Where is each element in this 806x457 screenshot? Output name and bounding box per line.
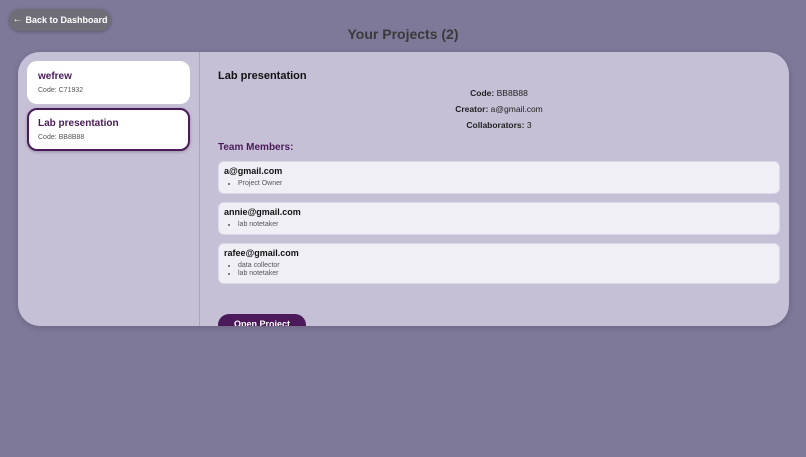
member-email: annie@gmail.com bbox=[224, 207, 301, 217]
project-detail-title: Lab presentation bbox=[218, 70, 307, 82]
member-card: annie@gmail.com lab notetaker bbox=[218, 202, 780, 235]
member-roles: Project Owner bbox=[224, 180, 774, 188]
projects-panel: wefrew Code: C71932 Lab presentation Cod… bbox=[18, 52, 789, 326]
member-role: Project Owner bbox=[238, 180, 774, 188]
project-card-wefrew[interactable]: wefrew Code: C71932 bbox=[27, 61, 190, 104]
member-role: lab notetaker bbox=[238, 221, 774, 229]
project-code: Code: BB8B88 bbox=[38, 134, 85, 141]
member-role: lab notetaker bbox=[238, 270, 774, 278]
member-email: a@gmail.com bbox=[224, 166, 283, 176]
project-list: wefrew Code: C71932 Lab presentation Cod… bbox=[18, 52, 200, 326]
member-card: a@gmail.com Project Owner bbox=[218, 161, 780, 194]
arrow-left-icon: ← bbox=[12, 14, 23, 25]
project-card-lab-presentation[interactable]: Lab presentation Code: BB8B88 bbox=[27, 108, 190, 151]
project-code: Code: C71932 bbox=[38, 87, 84, 94]
project-detail: Lab presentation Code: BB8B88 Creator: a… bbox=[200, 52, 789, 326]
collaborators-label: Collaborators: bbox=[466, 120, 525, 130]
project-creator-line: Creator: a@gmail.com bbox=[218, 104, 780, 114]
project-code-line: Code: BB8B88 bbox=[218, 88, 780, 98]
creator-label: Creator: bbox=[455, 104, 489, 114]
project-name: wefrew bbox=[38, 71, 72, 82]
collaborators-value: 3 bbox=[526, 120, 532, 130]
member-card: rafee@gmail.com data collector lab notet… bbox=[218, 243, 780, 284]
project-collaborators-line: Collaborators: 3 bbox=[218, 120, 780, 130]
member-roles: lab notetaker bbox=[224, 221, 774, 229]
member-role: data collector bbox=[238, 262, 774, 270]
code-value: BB8B88 bbox=[496, 88, 528, 98]
page-title: Your Projects (2) bbox=[347, 26, 459, 42]
member-roles: data collector lab notetaker bbox=[224, 262, 774, 278]
open-project-button[interactable]: Open Project bbox=[218, 314, 306, 326]
creator-value: a@gmail.com bbox=[490, 104, 543, 114]
back-button-label: Back to Dashboard bbox=[25, 15, 108, 25]
code-label: Code: bbox=[470, 88, 495, 98]
project-name: Lab presentation bbox=[38, 118, 119, 129]
member-email: rafee@gmail.com bbox=[224, 248, 299, 258]
team-members-heading: Team Members: bbox=[218, 142, 294, 153]
